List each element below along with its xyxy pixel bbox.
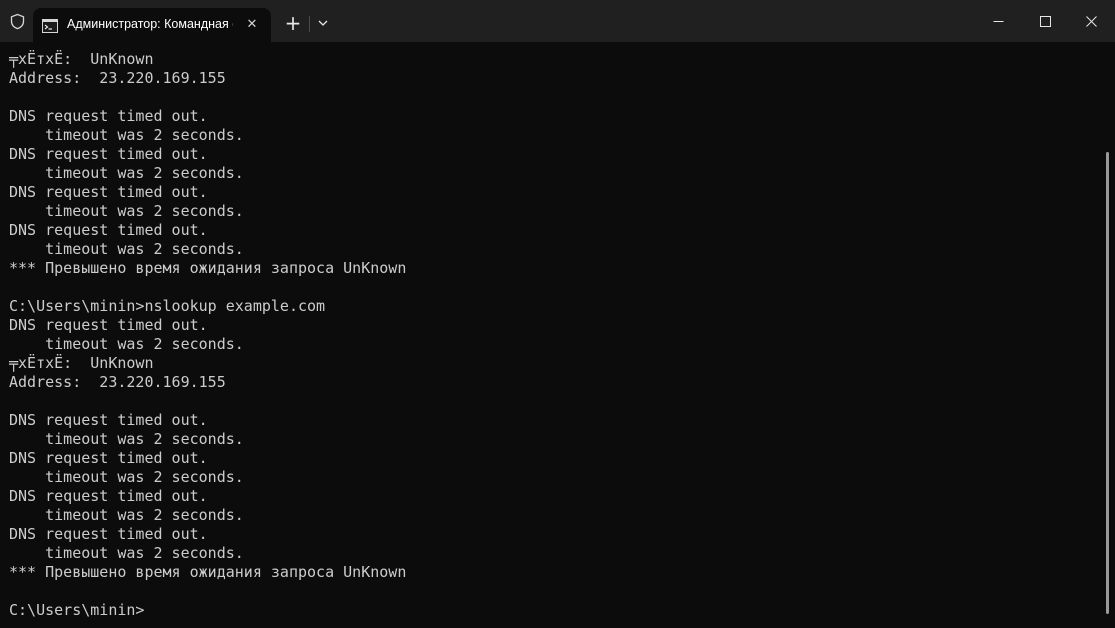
title-bar: Администратор: Командная с ✕ + (0, 0, 1115, 42)
scrollbar[interactable] (1106, 152, 1109, 614)
tab-command-prompt[interactable]: Администратор: Командная с ✕ (33, 8, 271, 42)
terminal-line: *** Превышено время ожидания запроса UnK… (9, 563, 407, 581)
terminal-line: timeout was 2 seconds. (9, 202, 244, 220)
terminal-line: DNS request timed out. (9, 107, 208, 125)
terminal-line: Address: 23.220.169.155 (9, 373, 226, 391)
close-window-button[interactable] (1068, 0, 1114, 42)
minimize-button[interactable] (975, 0, 1021, 42)
maximize-button[interactable] (1022, 0, 1068, 42)
tab-separator (309, 16, 310, 32)
terminal-line: DNS request timed out. (9, 183, 208, 201)
terminal-line: DNS request timed out. (9, 221, 208, 239)
terminal-line: timeout was 2 seconds. (9, 468, 244, 486)
chevron-down-icon[interactable] (314, 14, 332, 32)
terminal-line: timeout was 2 seconds. (9, 506, 244, 524)
terminal-line: C:\Users\minin>nslookup example.com (9, 297, 326, 315)
new-tab-button[interactable]: + (283, 13, 303, 33)
terminal-line: timeout was 2 seconds. (9, 240, 244, 258)
terminal-prompt: C:\Users\minin> (9, 601, 145, 619)
cmd-terminal-icon (42, 18, 58, 33)
tab-close-button[interactable]: ✕ (243, 16, 261, 34)
terminal-line: DNS request timed out. (9, 487, 208, 505)
terminal-line: timeout was 2 seconds. (9, 164, 244, 182)
terminal-line: DNS request timed out. (9, 145, 208, 163)
terminal-output[interactable]: ╤xЁтxЁ: UnKnown Address: 23.220.169.155 … (0, 42, 1100, 628)
close-icon (1086, 16, 1097, 27)
terminal-line: timeout was 2 seconds. (9, 430, 244, 448)
terminal-line: DNS request timed out. (9, 316, 208, 334)
tab-title: Администратор: Командная с (67, 17, 233, 31)
terminal-line: ╤xЁтxЁ: UnKnown (9, 354, 154, 372)
terminal-window: Администратор: Командная с ✕ + ╤xЁтxЁ: U… (0, 0, 1115, 628)
terminal-line: timeout was 2 seconds. (9, 544, 244, 562)
shield-icon (9, 13, 26, 30)
terminal-line: *** Превышено время ожидания запроса UnK… (9, 259, 407, 277)
terminal-line: DNS request timed out. (9, 525, 208, 543)
terminal-line: ╤xЁтxЁ: UnKnown (9, 50, 154, 68)
maximize-icon (1040, 16, 1051, 27)
terminal-line: DNS request timed out. (9, 411, 208, 429)
minimize-icon (993, 21, 1004, 22)
terminal-line: DNS request timed out. (9, 449, 208, 467)
terminal-line: timeout was 2 seconds. (9, 335, 244, 353)
terminal-line: timeout was 2 seconds. (9, 126, 244, 144)
terminal-line: Address: 23.220.169.155 (9, 69, 226, 87)
